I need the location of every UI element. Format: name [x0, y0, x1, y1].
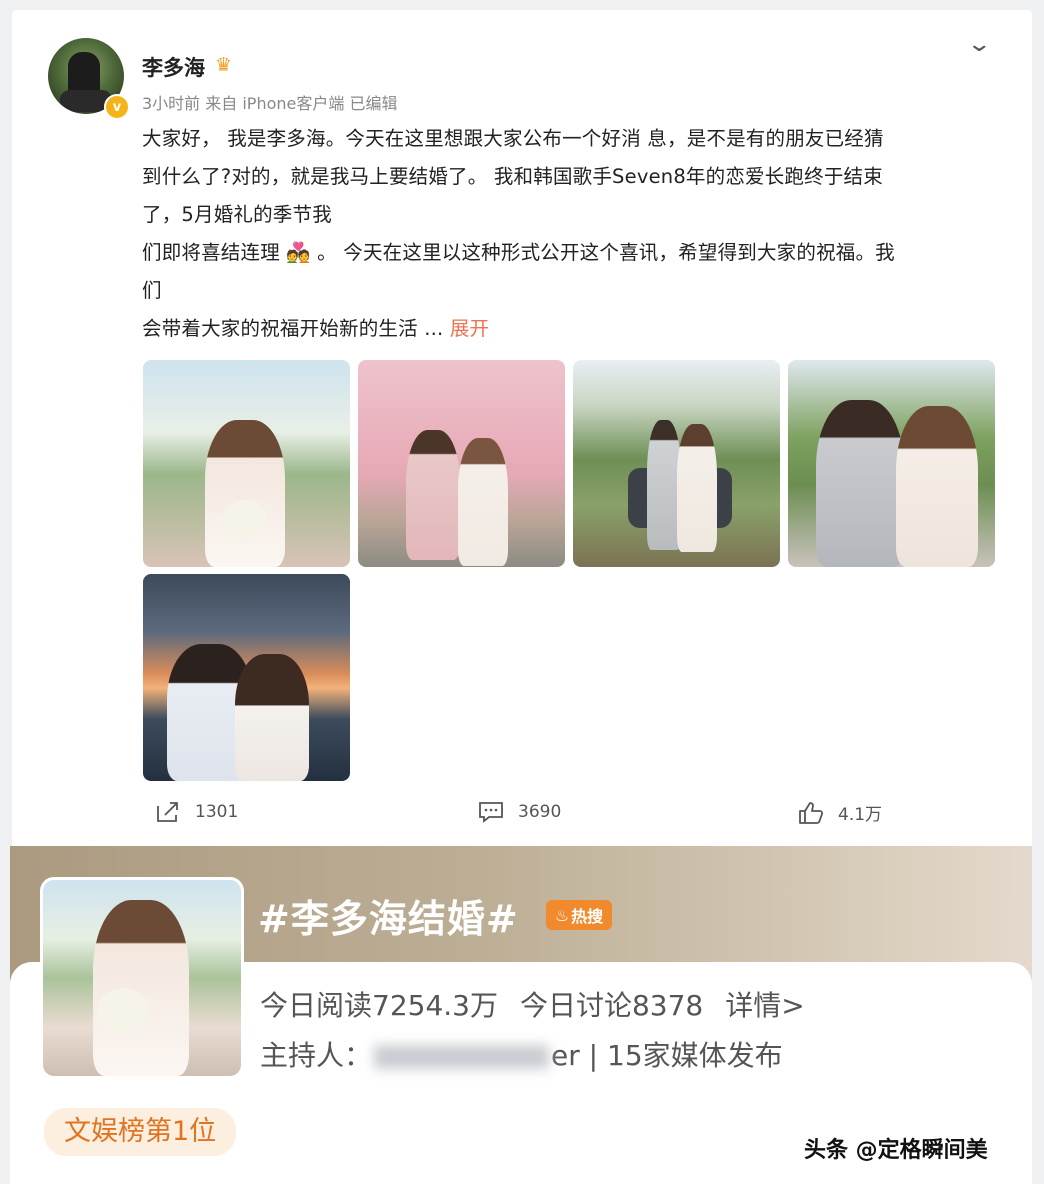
content-line: 们即将喜结连理 💑 。 今天在这里以这种形式公开这个喜讯，希望得到大家的祝福。我: [142, 241, 895, 264]
bride-figure: [235, 654, 309, 781]
topic-host: 主持人： er | 15家媒体发布: [260, 1034, 783, 1074]
wedding-photo-pink-house[interactable]: [358, 360, 565, 567]
topic-title[interactable]: #李多海结婚#: [258, 888, 519, 943]
fire-icon: ♨: [554, 905, 570, 925]
share-button[interactable]: 1301: [155, 800, 238, 824]
groom-figure: [647, 420, 681, 550]
thumbs-up-icon: [799, 801, 824, 824]
read-count: 今日阅读7254.3万: [260, 989, 498, 1022]
topic-thumbnail[interactable]: [40, 877, 244, 1079]
comment-icon: [479, 802, 503, 823]
bride-figure: [93, 900, 189, 1076]
detail-link[interactable]: 详情>: [725, 989, 804, 1022]
hot-search-badge: ♨ 热搜: [546, 900, 612, 930]
username[interactable]: 李多海: [142, 52, 205, 82]
host-media: | 15家媒体发布: [588, 1039, 783, 1072]
content-line: 大家好， 我是李多海。今天在这里想跟大家公布一个好消 息，是不是有的朋友已经猜: [142, 127, 884, 150]
bride-figure: [458, 438, 508, 566]
content-line-last: 会带着大家的祝福开始新的生活 ... 展开: [142, 310, 1002, 348]
content-line: 会带着大家的祝福开始新的生活 ...: [142, 317, 444, 340]
content-line: 到什么了?对的，就是我马上要结婚了。 我和韩国歌手Seven8年的恋爱长跑终于结…: [142, 165, 883, 188]
post-meta: 3小时前 来自 iPhone客户端 已编辑: [142, 94, 398, 113]
bride-figure: [677, 424, 717, 552]
topic-stats: 今日阅读7254.3万 今日讨论8378 详情>: [260, 984, 805, 1024]
chevron-down-icon[interactable]: ⌄: [966, 32, 992, 57]
like-count: 4.1万: [838, 805, 883, 825]
groom-figure: [816, 400, 904, 567]
wedding-photo-sunset[interactable]: [143, 574, 350, 781]
hot-label: 热搜: [571, 907, 604, 926]
discuss-count: 今日讨论8378: [519, 989, 704, 1022]
host-prefix: 主持人：: [260, 1039, 373, 1072]
bride-figure: [205, 420, 285, 567]
verified-badge-icon: v: [104, 94, 130, 120]
expand-link[interactable]: 展开: [450, 317, 489, 340]
content-line: 们: [142, 279, 162, 302]
bouquet: [223, 500, 267, 540]
watermark: 头条 @定格瞬间美: [804, 1138, 988, 1163]
groom-figure: [406, 430, 460, 560]
weibo-post-card: v 李多海 ♛ 3小时前 来自 iPhone客户端 已编辑 ⌄ 大家好， 我是李…: [12, 10, 1032, 848]
wedding-photo-car[interactable]: [573, 360, 780, 567]
comment-button[interactable]: 3690: [478, 800, 561, 824]
action-bar: 1301 3690 4.1万: [12, 800, 1032, 830]
bouquet: [97, 988, 149, 1034]
content-line: 了，5月婚礼的季节我: [142, 203, 332, 226]
like-button[interactable]: 4.1万: [798, 800, 882, 825]
share-count: 1301: [195, 802, 239, 822]
wedding-photo-porch[interactable]: [143, 360, 350, 567]
share-icon: [157, 802, 178, 822]
host-suffix: er: [551, 1039, 580, 1072]
host-name-blurred: [374, 1045, 550, 1069]
comment-count: 3690: [518, 802, 562, 822]
wedding-photo-couple-smile[interactable]: [788, 360, 995, 567]
crown-icon: ♛: [215, 54, 233, 76]
post-content: 大家好， 我是李多海。今天在这里想跟大家公布一个好消 息，是不是有的朋友已经猜 …: [142, 120, 1002, 348]
rank-badge[interactable]: 文娱榜第1位: [44, 1108, 237, 1156]
bride-figure: [896, 406, 978, 567]
